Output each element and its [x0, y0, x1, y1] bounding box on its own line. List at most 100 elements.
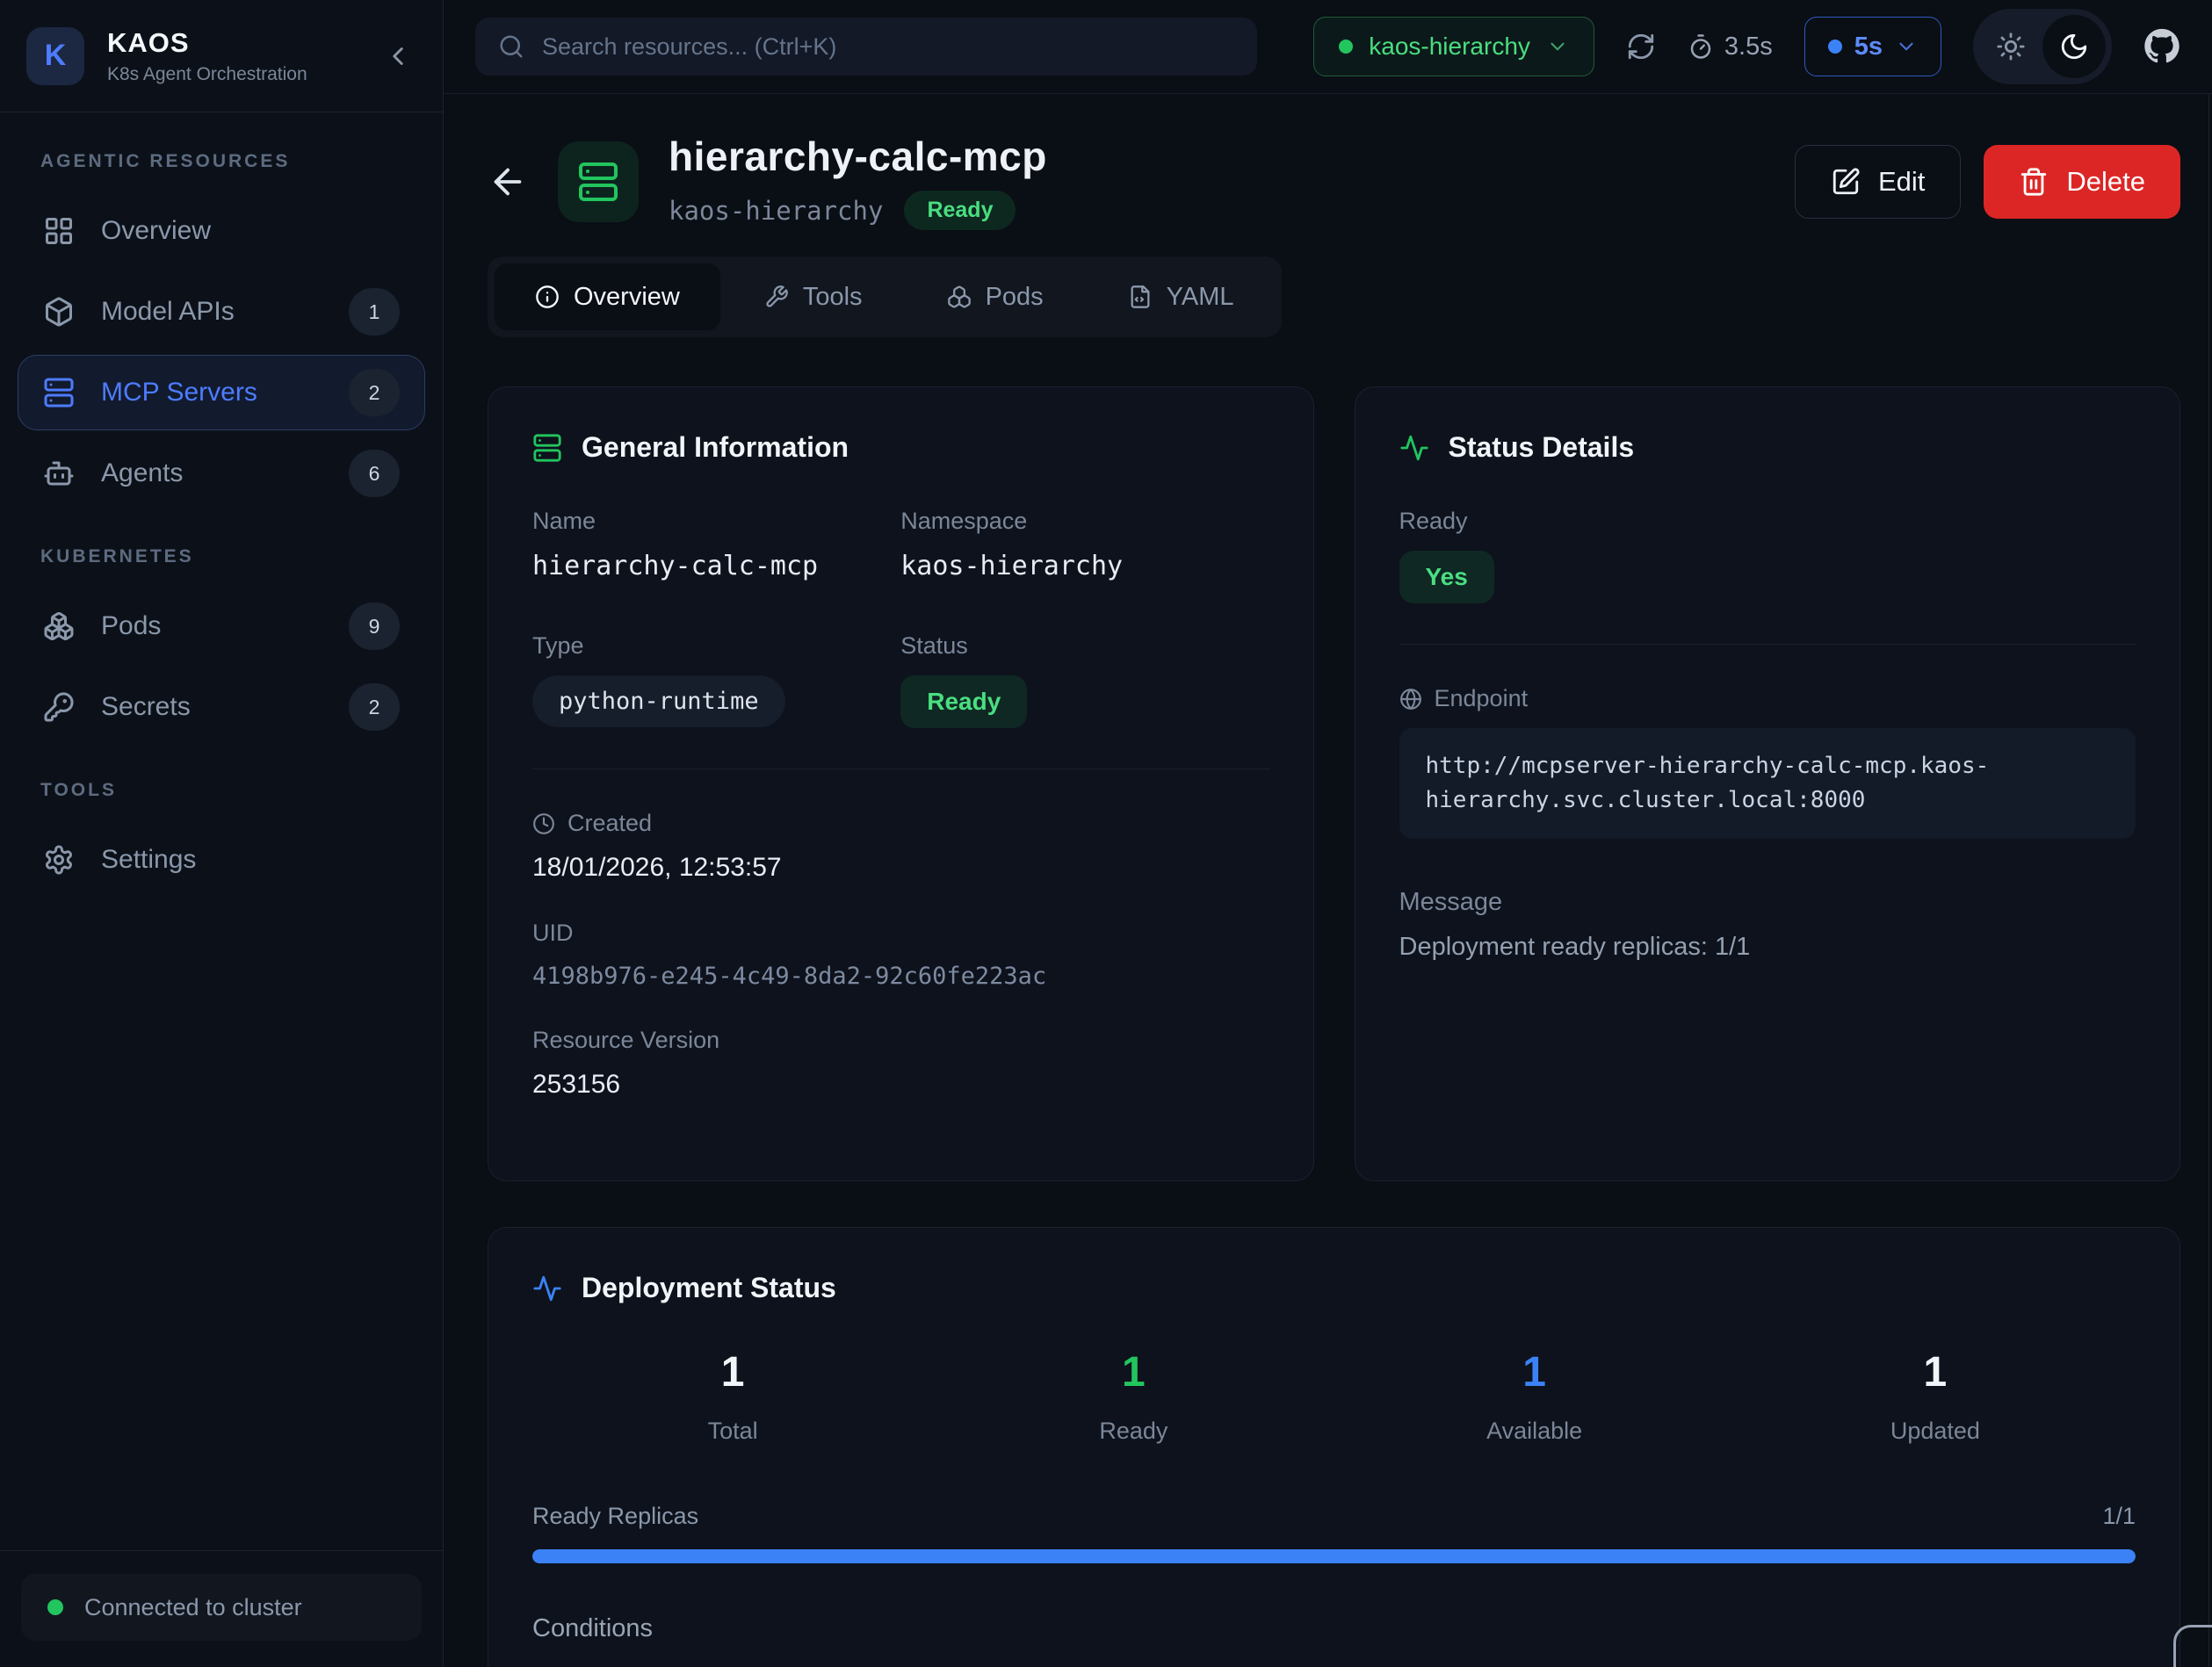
namespace-selector-value: kaos-hierarchy	[1369, 32, 1530, 61]
corner-widget[interactable]	[2173, 1625, 2212, 1667]
server-icon	[532, 433, 562, 463]
delete-button[interactable]: Delete	[1984, 145, 2180, 219]
stat-label: Updated	[1735, 1418, 2136, 1445]
sidebar-section-tools: TOOLS Settings	[0, 780, 443, 898]
search-icon	[498, 33, 524, 60]
sidebar-item-overview[interactable]: Overview	[18, 193, 425, 269]
trash-icon	[2019, 167, 2049, 197]
section-label: KUBERNETES	[0, 546, 443, 567]
interval-dot-icon	[1828, 40, 1842, 54]
light-theme-button[interactable]	[1979, 15, 2042, 78]
card-title: General Information	[582, 431, 849, 464]
stat-value: 1	[532, 1348, 933, 1396]
field-label: Name	[532, 508, 900, 535]
tab-yaml[interactable]: YAML	[1088, 263, 1275, 330]
stat-label: Ready	[933, 1418, 1334, 1445]
field-endpoint: Endpoint http://mcpserver-hierarchy-calc…	[1399, 685, 2136, 839]
page-title: hierarchy-calc-mcp	[669, 133, 1047, 180]
count-badge: 9	[349, 603, 400, 650]
github-icon	[2143, 28, 2180, 65]
field-namespace: Namespace kaos-hierarchy	[900, 508, 1269, 581]
sidebar-collapse-button[interactable]	[383, 41, 413, 71]
sidebar-item-secrets[interactable]: Secrets 2	[18, 669, 425, 745]
clock-icon	[532, 812, 555, 835]
sidebar-item-model-apis[interactable]: Model APIs 1	[18, 274, 425, 350]
info-icon	[535, 285, 560, 309]
refresh-interval-selector[interactable]: 5s	[1804, 17, 1941, 76]
field-label: Created	[532, 810, 1269, 837]
cluster-connection-status: Connected to cluster	[21, 1574, 422, 1641]
dark-theme-button[interactable]	[2042, 15, 2106, 78]
chevron-down-icon	[1546, 35, 1569, 58]
globe-icon	[1399, 688, 1422, 711]
field-value: 4198b976-e245-4c49-8da2-92c60fe223ac	[532, 963, 1269, 990]
edit-button[interactable]: Edit	[1795, 145, 1961, 219]
github-link[interactable]	[2143, 28, 2180, 65]
card-header: Deployment Status	[532, 1272, 2136, 1304]
field-ready: Ready Yes	[1399, 508, 2136, 603]
sidebar-item-mcp-servers[interactable]: MCP Servers 2	[18, 355, 425, 430]
refresh-icon	[1626, 32, 1656, 61]
ready-replicas-label: Ready Replicas	[532, 1503, 698, 1530]
namespace-selector[interactable]: kaos-hierarchy	[1313, 17, 1594, 76]
card-title: Deployment Status	[582, 1272, 836, 1304]
conditions-heading: Conditions	[532, 1614, 2136, 1643]
sidebar-item-pods[interactable]: Pods 9	[18, 588, 425, 664]
field-label: Status	[900, 632, 1269, 660]
field-name: Name hierarchy-calc-mcp	[532, 508, 900, 581]
latency-value: 3.5s	[1724, 32, 1773, 61]
scrollbar-track[interactable]	[2208, 94, 2209, 1667]
stat-value: 1	[933, 1348, 1334, 1396]
field-label: Message	[1399, 888, 2136, 917]
sidebar-item-agents[interactable]: Agents 6	[18, 436, 425, 511]
field-uid: UID 4198b976-e245-4c49-8da2-92c60fe223ac	[532, 920, 1269, 990]
tab-pods[interactable]: Pods	[907, 263, 1084, 330]
card-title: Status Details	[1449, 431, 1635, 464]
main-area: kaos-hierarchy 3.5s 5s	[444, 0, 2212, 1667]
sidebar-item-label: Pods	[101, 611, 161, 641]
sidebar-item-settings[interactable]: Settings	[18, 822, 425, 898]
connection-status-text: Connected to cluster	[84, 1594, 302, 1621]
field-value: kaos-hierarchy	[900, 551, 1269, 581]
edit-icon	[1831, 167, 1861, 197]
deployment-status-card: Deployment Status 1 Total 1 Ready 1 Avai…	[488, 1227, 2180, 1667]
activity-icon	[1399, 433, 1429, 463]
field-label: Ready	[1399, 508, 2136, 535]
endpoint-value: http://mcpserver-hierarchy-calc-mcp.kaos…	[1399, 728, 2136, 839]
search-input[interactable]	[542, 33, 1234, 61]
field-label: Type	[532, 632, 900, 660]
field-message: Message Deployment ready replicas: 1/1	[1399, 888, 2136, 962]
chevron-left-icon	[383, 41, 413, 71]
arrow-left-icon	[488, 162, 528, 202]
resource-title-block: hierarchy-calc-mcp kaos-hierarchy Ready	[669, 133, 1047, 230]
theme-toggle	[1973, 9, 2112, 84]
field-label: Resource Version	[532, 1027, 1269, 1054]
app-logo: K	[26, 27, 84, 85]
replicas-progress-fill	[532, 1549, 2136, 1563]
info-cards-row: General Information Name hierarchy-calc-…	[488, 386, 2180, 1181]
tab-tools[interactable]: Tools	[724, 263, 903, 330]
bot-icon	[43, 458, 75, 489]
card-header: General Information	[532, 431, 1269, 464]
sidebar-item-label: MCP Servers	[101, 378, 257, 408]
file-code-icon	[1128, 285, 1153, 309]
activity-icon	[532, 1274, 562, 1303]
boxes-icon	[947, 285, 972, 309]
stat-value: 1	[1334, 1348, 1735, 1396]
key-icon	[43, 691, 75, 723]
tab-label: Pods	[986, 283, 1044, 312]
sidebar-nav: AGENTIC RESOURCES Overview Model APIs 1 …	[0, 112, 443, 1550]
status-details-card: Status Details Ready Yes Endpoint http:/…	[1355, 386, 2181, 1181]
latency-indicator: 3.5s	[1688, 32, 1773, 61]
server-icon	[577, 161, 619, 203]
general-info-grid: Name hierarchy-calc-mcp Namespace kaos-h…	[532, 508, 1269, 728]
logo-letter: K	[45, 39, 67, 73]
tab-overview[interactable]: Overview	[495, 263, 720, 330]
card-header: Status Details	[1399, 431, 2136, 464]
back-button[interactable]	[488, 162, 528, 202]
chevron-down-icon	[1895, 35, 1918, 58]
refresh-button[interactable]	[1626, 32, 1656, 61]
sidebar-section-kubernetes: KUBERNETES Pods 9 Secrets 2	[0, 546, 443, 745]
stat-label: Available	[1334, 1418, 1735, 1445]
replica-stats: 1 Total 1 Ready 1 Available 1 Updated	[532, 1348, 2136, 1445]
